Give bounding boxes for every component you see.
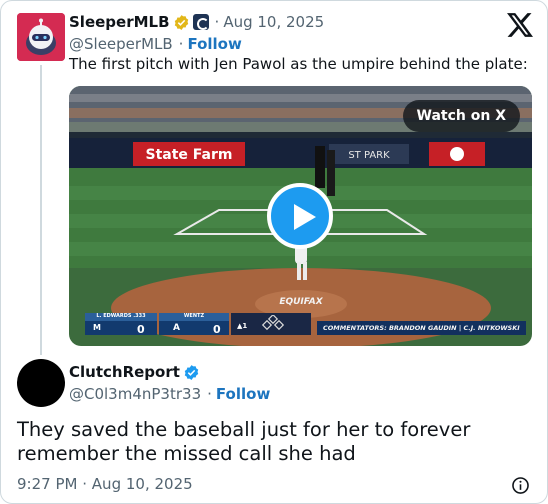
user-handle[interactable]: @SleeperMLB: [69, 35, 173, 53]
main-tweet-handle-row: @C0l3m4nP3tr33 · Follow: [69, 384, 270, 404]
scoreboard-bar: L. EDWARDS .333 M 0 WENTZ A 0 ▲1 COMMENT…: [85, 309, 526, 339]
display-name[interactable]: ClutchReport: [69, 363, 180, 381]
separator-dot: ·: [214, 13, 220, 31]
tweet-timestamp[interactable]: 9:27 PM · Aug 10, 2025: [17, 475, 193, 493]
play-icon[interactable]: [267, 183, 333, 249]
robot-logo-icon: [17, 13, 65, 61]
follow-button[interactable]: Follow: [216, 385, 270, 403]
quoted-tweet-text: The first pitch with Jen Pawol as the um…: [69, 55, 528, 73]
blue-verified-icon: [184, 364, 199, 380]
user-handle[interactable]: @C0l3m4nP3tr33: [69, 385, 201, 403]
clutchreport-avatar[interactable]: [17, 359, 65, 407]
home-score: 0: [213, 323, 221, 336]
away-team-label: L. EDWARDS .333: [85, 313, 157, 321]
separator-dot: ·: [207, 385, 212, 403]
tweet-time: 9:27 PM: [17, 475, 78, 493]
marlins-logo-icon: M: [93, 323, 101, 332]
quoted-tweet-handle-row: @SleeperMLB · Follow: [69, 34, 242, 54]
away-team-box: L. EDWARDS .333 M 0: [85, 313, 157, 336]
tweet-date[interactable]: Aug 10, 2025: [223, 13, 324, 31]
away-score: 0: [137, 323, 145, 336]
thread-connector-line: [40, 65, 42, 355]
sleepermlb-avatar[interactable]: [17, 13, 65, 61]
video-player[interactable]: State Farm ST PARK EQUIFAX Watch on X L.: [69, 86, 532, 346]
quoted-tweet-header: SleeperMLB · Aug 10, 2025: [69, 12, 324, 32]
affiliate-badge-icon: [192, 14, 209, 30]
follow-button[interactable]: Follow: [187, 35, 241, 53]
home-team-label: WENTZ: [159, 313, 229, 321]
main-tweet-text: They saved the baseball just for her to …: [17, 418, 471, 465]
separator-dot: ·: [178, 35, 184, 53]
inning-indicator: ▲1: [237, 322, 248, 330]
display-name[interactable]: SleeperMLB: [69, 13, 170, 31]
watch-on-x-button[interactable]: Watch on X: [402, 100, 520, 132]
equifax-sign: EQUIFAX: [279, 297, 323, 307]
main-tweet-header: ClutchReport: [69, 362, 200, 382]
braves-logo-icon: A: [173, 323, 180, 333]
info-icon[interactable]: [511, 476, 530, 495]
bases-diamond-icon: [261, 315, 285, 331]
x-logo-icon[interactable]: [507, 13, 533, 37]
separator-dot: ·: [82, 475, 88, 493]
home-team-box: WENTZ A 0: [159, 313, 229, 336]
embedded-tweet-card: SleeperMLB · Aug 10, 2025 @SleeperMLB · …: [0, 0, 548, 504]
inning-box: ▲1: [231, 313, 311, 335]
park-sign: ST PARK: [348, 150, 390, 161]
tweet-date: Aug 10, 2025: [91, 475, 193, 493]
statefarm-sign: State Farm: [146, 147, 233, 163]
commentators-banner: COMMENTATORS: BRANDON GAUDIN | C.J. NITK…: [317, 321, 526, 335]
gold-verified-icon: [174, 14, 188, 30]
